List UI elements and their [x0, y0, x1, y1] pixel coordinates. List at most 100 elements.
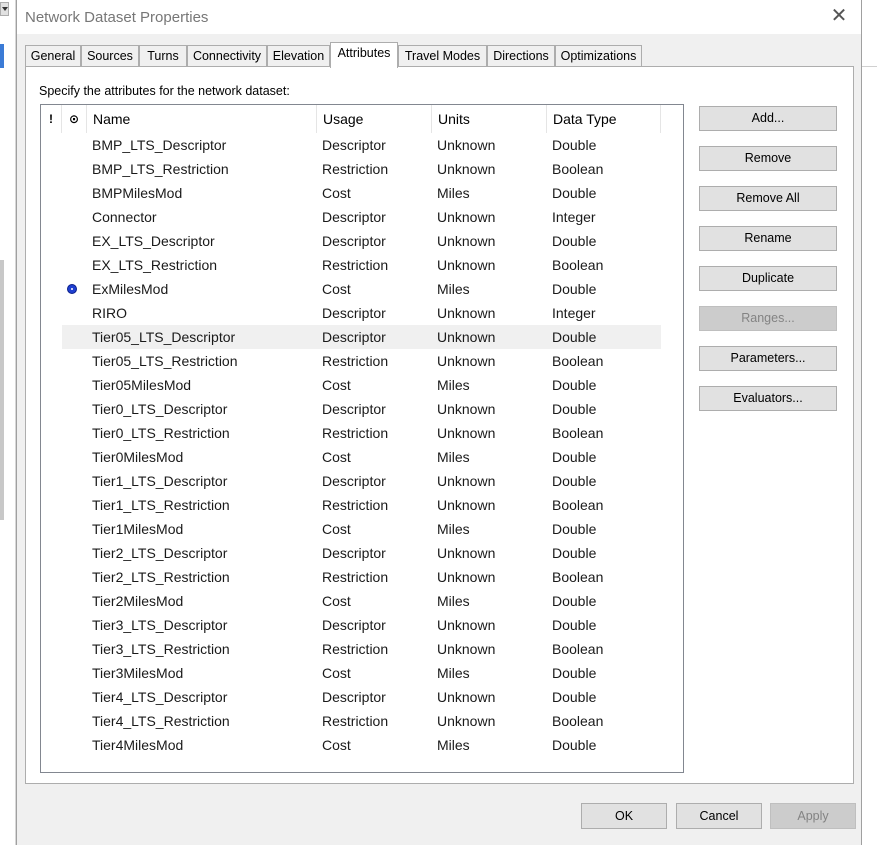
cell-data-type: Boolean — [552, 497, 604, 513]
add-button[interactable]: Add... — [699, 106, 837, 131]
table-row[interactable]: Tier1_LTS_Descriptor Descriptor Unknown Dou… — [62, 469, 661, 493]
column-header-name[interactable]: Name — [87, 105, 317, 133]
cell-data-type: Double — [552, 281, 597, 297]
cell-units: Miles — [437, 281, 470, 297]
duplicate-button[interactable]: Duplicate — [699, 266, 837, 291]
cell-units: Unknown — [437, 401, 496, 417]
table-row[interactable]: RIRO Descriptor Unknown Integer — [62, 301, 661, 325]
cell-name: EX_LTS_Descriptor — [92, 233, 215, 249]
default-column-icon[interactable]: ⊙ — [62, 105, 87, 133]
cell-name: BMP_LTS_Restriction — [92, 161, 229, 177]
ranges-button[interactable]: Ranges... — [699, 306, 837, 331]
table-row[interactable]: EX_LTS_Restriction Restriction Unknown Bool… — [62, 253, 661, 277]
cell-name: Tier3_LTS_Restriction — [92, 641, 230, 657]
tab-connectivity[interactable]: Connectivity — [187, 45, 267, 67]
table-row[interactable]: Tier4_LTS_Restriction Restriction Unknown B… — [62, 709, 661, 733]
column-header-units[interactable]: Units — [432, 105, 547, 133]
tab-elevation[interactable]: Elevation — [267, 45, 330, 67]
cell-units: Unknown — [437, 161, 496, 177]
cell-data-type: Double — [552, 617, 597, 633]
tab-general[interactable]: General — [25, 45, 81, 67]
cell-data-type: Boolean — [552, 569, 604, 585]
remove-all-button[interactable]: Remove All — [699, 186, 837, 211]
cell-usage: Descriptor — [322, 473, 386, 489]
cell-usage: Descriptor — [322, 545, 386, 561]
close-icon[interactable]: ✕ — [823, 3, 855, 31]
table-row[interactable]: Tier4_LTS_Descriptor Descriptor Unknown Dou… — [62, 685, 661, 709]
cell-usage: Descriptor — [322, 137, 386, 153]
table-row[interactable]: BMP_LTS_Descriptor Descriptor Unknown Doubl… — [62, 133, 661, 157]
cell-name: Tier4_LTS_Restriction — [92, 713, 230, 729]
table-row[interactable]: Tier3_LTS_Descriptor Descriptor Unknown Dou… — [62, 613, 661, 637]
cell-units: Miles — [437, 377, 470, 393]
cell-units: Unknown — [437, 329, 496, 345]
table-row[interactable]: Tier05_LTS_Descriptor Descriptor Unknown Do… — [62, 325, 661, 349]
cell-data-type: Boolean — [552, 713, 604, 729]
cell-usage: Descriptor — [322, 401, 386, 417]
attributes-list[interactable]: ! ⊙ Name Usage Units Data Type BMP_LTS_D… — [40, 104, 684, 773]
cell-usage: Cost — [322, 185, 351, 201]
cell-usage: Cost — [322, 593, 351, 609]
tab-optimizations[interactable]: Optimizations — [555, 45, 642, 67]
column-header-data-type[interactable]: Data Type — [547, 105, 661, 133]
evaluators-button[interactable]: Evaluators... — [699, 386, 837, 411]
cell-data-type: Double — [552, 137, 597, 153]
cell-name: BMPMilesMod — [92, 185, 183, 201]
cancel-button[interactable]: Cancel — [676, 803, 762, 829]
cell-usage: Cost — [322, 449, 351, 465]
table-row[interactable]: BMPMilesMod Cost Miles Double — [62, 181, 661, 205]
cell-usage: Restriction — [322, 569, 389, 585]
remove-button[interactable]: Remove — [699, 146, 837, 171]
table-row[interactable]: ExMilesMod Cost Miles Double — [62, 277, 661, 301]
cell-usage: Restriction — [322, 641, 389, 657]
cell-name: Tier1MilesMod — [92, 521, 184, 537]
table-row[interactable]: Tier0_LTS_Restriction Restriction Unknown B… — [62, 421, 661, 445]
tab-turns[interactable]: Turns — [139, 45, 187, 67]
cell-units: Unknown — [437, 569, 496, 585]
cell-data-type: Double — [552, 521, 597, 537]
cell-data-type: Double — [552, 689, 597, 705]
cell-data-type: Integer — [552, 209, 596, 225]
table-row[interactable]: Tier05MilesMod Cost Miles Double — [62, 373, 661, 397]
cell-units: Unknown — [437, 425, 496, 441]
tab-directions[interactable]: Directions — [487, 45, 555, 67]
rename-button[interactable]: Rename — [699, 226, 837, 251]
tab-travel-modes[interactable]: Travel Modes — [398, 45, 487, 67]
cell-data-type: Double — [552, 377, 597, 393]
cell-usage: Restriction — [322, 713, 389, 729]
table-row[interactable]: Tier0MilesMod Cost Miles Double — [62, 445, 661, 469]
parameters-button[interactable]: Parameters... — [699, 346, 837, 371]
table-row[interactable]: Tier3_LTS_Restriction Restriction Unknown B… — [62, 637, 661, 661]
cell-units: Unknown — [437, 137, 496, 153]
cell-usage: Cost — [322, 665, 351, 681]
ok-button[interactable]: OK — [581, 803, 667, 829]
cell-name: ExMilesMod — [92, 281, 169, 297]
apply-button[interactable]: Apply — [770, 803, 856, 829]
table-row[interactable]: Tier1MilesMod Cost Miles Double — [62, 517, 661, 541]
table-row[interactable]: Tier0_LTS_Descriptor Descriptor Unknown Dou… — [62, 397, 661, 421]
table-row[interactable]: Tier05_LTS_Restriction Restriction Unknown… — [62, 349, 661, 373]
cell-usage: Descriptor — [322, 233, 386, 249]
table-row[interactable]: Tier2_LTS_Descriptor Descriptor Unknown Dou… — [62, 541, 661, 565]
column-header-usage[interactable]: Usage — [317, 105, 432, 133]
table-row[interactable]: EX_LTS_Descriptor Descriptor Unknown Double — [62, 229, 661, 253]
cell-data-type: Double — [552, 737, 597, 753]
table-row[interactable]: Tier1_LTS_Restriction Restriction Unknown B… — [62, 493, 661, 517]
list-header: ! ⊙ Name Usage Units Data Type — [41, 105, 683, 133]
cell-name: Tier3_LTS_Descriptor — [92, 617, 228, 633]
table-row[interactable]: Tier2_LTS_Restriction Restriction Unknown B… — [62, 565, 661, 589]
cell-name: EX_LTS_Restriction — [92, 257, 218, 273]
table-row[interactable]: Tier4MilesMod Cost Miles Double — [62, 733, 661, 757]
table-row[interactable]: Connector Descriptor Unknown Integer — [62, 205, 661, 229]
table-row[interactable]: Tier2MilesMod Cost Miles Double — [62, 589, 661, 613]
warning-column-icon[interactable]: ! — [41, 105, 62, 133]
table-row[interactable]: BMP_LTS_Restriction Restriction Unknown Boo… — [62, 157, 661, 181]
network-dataset-properties-dialog: Network Dataset Properties ✕ General Sou… — [16, 0, 862, 845]
tab-sources[interactable]: Sources — [81, 45, 139, 67]
cell-data-type: Boolean — [552, 353, 604, 369]
cell-units: Unknown — [437, 689, 496, 705]
tab-attributes[interactable]: Attributes — [330, 42, 398, 68]
table-row[interactable]: Tier3MilesMod Cost Miles Double — [62, 661, 661, 685]
cell-name: Tier2_LTS_Restriction — [92, 569, 230, 585]
cell-data-type: Double — [552, 665, 597, 681]
